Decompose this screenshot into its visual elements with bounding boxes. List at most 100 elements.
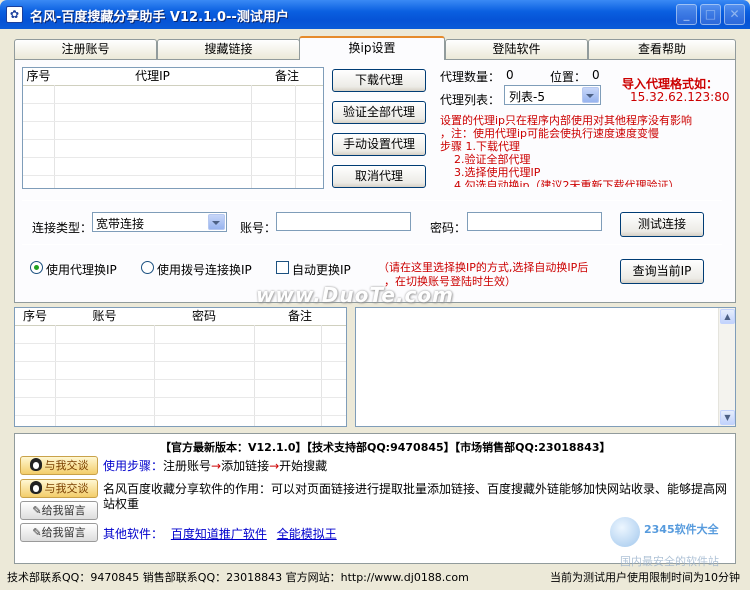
2345-mascot-icon (610, 517, 640, 547)
usage-step-3: 开始搜藏 (279, 459, 328, 473)
password-input[interactable] (467, 212, 602, 231)
list-item[interactable] (23, 85, 323, 104)
connection-type-select[interactable]: 宽带连接 (92, 212, 227, 232)
leave-message-label: 给我留言 (41, 504, 86, 517)
list-item[interactable] (15, 361, 346, 380)
account-label: 账号： (240, 221, 277, 235)
proxy-list[interactable]: 序号 代理IP 备注 (22, 67, 324, 189)
scroll-up-icon[interactable]: ▲ (720, 309, 735, 324)
manual-proxy-button[interactable]: 手动设置代理 (332, 133, 426, 156)
connection-type-label: 连接类型： (32, 221, 93, 235)
paw-app-icon: ✿ (6, 6, 23, 23)
proxy-col-note[interactable]: 备注 (251, 68, 323, 86)
account-list[interactable]: 序号 账号 密码 备注 (14, 307, 347, 427)
usage-steps: 使用步骤：注册账号→添加链接→开始搜藏 (103, 457, 327, 474)
verify-all-proxy-button[interactable]: 验证全部代理 (332, 101, 426, 124)
qq-chat-label: 与我交谈 (44, 459, 89, 472)
list-item[interactable] (23, 139, 323, 158)
auto-change-ip-label[interactable]: 自动更换IP (292, 261, 351, 278)
connection-type-selected: 宽带连接 (96, 217, 145, 231)
leave-message-button-2[interactable]: ✎给我留言 (20, 523, 98, 542)
note-line: ，注：使用代理ip可能会使执行速度速度变慢 (440, 127, 660, 140)
position-label: 位置： (550, 70, 587, 84)
password-label: 密码： (430, 221, 467, 235)
tab-help[interactable]: 查看帮助 (588, 39, 736, 59)
status-bar: 技术部联系QQ：9470845 销售部联系QQ：23018843 官方网站：ht… (0, 566, 750, 590)
proxy-list-label: 代理列表： (440, 93, 501, 107)
divider (22, 244, 722, 245)
list-item[interactable] (15, 343, 346, 362)
query-current-ip-button[interactable]: 查询当前IP (620, 259, 704, 284)
note-line: 2.验证全部代理 (454, 153, 531, 166)
tab-register[interactable]: 注册账号 (14, 39, 157, 59)
description-line: 站权重 (103, 497, 140, 511)
note-line: 3.选择使用代理IP (454, 166, 541, 179)
qq-chat-button-2[interactable]: 与我交谈 (20, 479, 98, 498)
other-software-label: 其他软件： (103, 527, 164, 541)
auto-change-ip-checkbox[interactable] (276, 261, 289, 274)
use-dial-label[interactable]: 使用拨号连接换IP (157, 261, 252, 278)
scroll-down-icon[interactable]: ▼ (720, 410, 735, 425)
note-line: 步骤 1.下载代理 (440, 140, 520, 153)
test-connection-button[interactable]: 测试连接 (620, 212, 704, 237)
status-trial-limit: 当前为测试用户使用限制时间为10分钟 (550, 571, 740, 584)
arrow-icon: → (269, 459, 280, 473)
account-col-index[interactable]: 序号 (15, 308, 56, 326)
qq-chat-label: 与我交谈 (44, 482, 89, 495)
download-proxy-button[interactable]: 下载代理 (332, 69, 426, 92)
leave-message-button-1[interactable]: ✎给我留言 (20, 501, 98, 520)
minimize-icon[interactable]: _ (676, 4, 697, 25)
close-icon[interactable]: ✕ (724, 4, 745, 25)
info-banner: 【官方最新版本：V12.1.0】【技术支持部QQ:9470845】【市场销售部Q… (160, 441, 611, 454)
proxy-col-ip[interactable]: 代理IP (54, 68, 252, 86)
list-item[interactable] (15, 379, 346, 398)
cancel-proxy-button[interactable]: 取消代理 (332, 165, 426, 188)
log-textarea[interactable]: ▲ ▼ (355, 307, 736, 427)
use-proxy-radio[interactable] (30, 261, 43, 274)
proxy-count-label: 代理数量： (440, 70, 501, 84)
software-description: 名风百度收藏分享软件的作用：可以对页面链接进行提取批量添加链接、百度搜藏外链能够… (103, 482, 728, 512)
list-item[interactable] (15, 397, 346, 416)
arrow-icon: → (211, 459, 222, 473)
qq-chat-button-1[interactable]: 与我交谈 (20, 456, 98, 475)
proxy-col-index[interactable]: 序号 (23, 68, 55, 86)
leave-message-label: 给我留言 (41, 526, 86, 539)
proxy-list-select[interactable]: 列表-5 (504, 85, 601, 105)
other-software: 其他软件： 百度知道推广软件 全能模拟王 (103, 525, 337, 542)
divider (22, 200, 722, 201)
account-col-password[interactable]: 密码 (154, 308, 255, 326)
tab-login[interactable]: 登陆软件 (445, 39, 588, 59)
watermark-2345-brand: 2345软件大全 (644, 523, 719, 536)
account-col-account[interactable]: 账号 (55, 308, 155, 326)
tab-ip-settings[interactable]: 换ip设置 (299, 36, 445, 60)
pencil-icon: ✎ (32, 504, 42, 517)
pencil-icon: ✎ (32, 526, 42, 539)
qq-penguin-icon (29, 458, 42, 471)
watermark-duote: www.DuoTe.com (256, 283, 454, 307)
description-line: 名风百度收藏分享软件的作用：可以对页面链接进行提取批量添加链接、百度搜藏外链能够… (103, 482, 728, 496)
chevron-down-icon[interactable] (208, 214, 225, 230)
usage-step-1: 注册账号 (163, 459, 212, 473)
link-baidu-zhidao[interactable]: 百度知道推广软件 (171, 527, 267, 541)
list-item[interactable] (23, 103, 323, 122)
chevron-down-icon[interactable] (582, 87, 599, 103)
import-format-example: 15.32.62.123:80 (630, 90, 730, 104)
proxy-notes: 设置的代理ip只在程序内部使用对其他程序没有影响 ，注：使用代理ip可能会使执行… (440, 114, 730, 187)
maximize-icon[interactable]: □ (700, 4, 721, 25)
qq-penguin-icon (29, 481, 42, 494)
account-col-note[interactable]: 备注 (254, 308, 346, 326)
account-input[interactable] (276, 212, 411, 231)
tab-bookmark-links[interactable]: 搜藏链接 (157, 39, 300, 59)
use-proxy-label[interactable]: 使用代理换IP (46, 261, 117, 278)
list-item[interactable] (23, 121, 323, 140)
window-title: 名风-百度搜藏分享助手 V12.1.0--测试用户 (30, 10, 289, 25)
list-item[interactable] (15, 325, 346, 344)
vertical-scrollbar[interactable]: ▲ ▼ (718, 308, 735, 426)
link-quanneng[interactable]: 全能模拟王 (277, 527, 337, 541)
list-item[interactable] (23, 157, 323, 176)
usage-label: 使用步骤： (103, 459, 164, 473)
use-dial-radio[interactable] (141, 261, 154, 274)
note-line: 4.勾选自动换ip（建议2天重新下载代理验证） (454, 179, 680, 187)
status-contact: 技术部联系QQ：9470845 销售部联系QQ：23018843 官方网站：ht… (7, 571, 469, 584)
proxy-list-selected: 列表-5 (509, 90, 545, 104)
